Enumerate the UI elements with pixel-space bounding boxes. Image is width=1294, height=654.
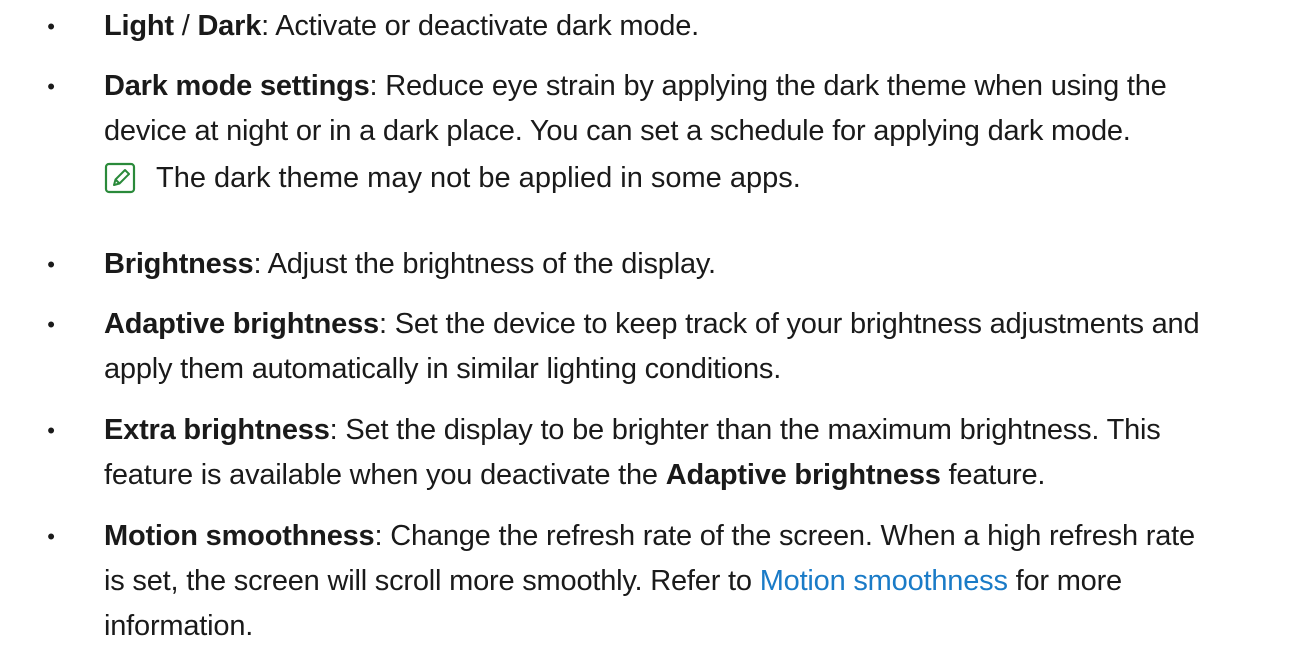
description: : Reduce eye strain by applying the dark… bbox=[369, 70, 1167, 102]
note-callout: The dark theme may not be applied in som… bbox=[104, 156, 1254, 201]
description-continued: is set, the screen will scroll more smoo… bbox=[104, 565, 760, 597]
item-text: Brightness: Adjust the brightness of the… bbox=[104, 242, 716, 287]
item-text: Dark mode settings: Reduce eye strain by… bbox=[104, 64, 1167, 154]
term: Extra brightness bbox=[104, 414, 330, 446]
term: Adaptive brightness bbox=[104, 308, 379, 340]
description-end: feature. bbox=[940, 459, 1046, 491]
bullet: • bbox=[47, 252, 55, 277]
description: : Set the device to keep track of your b… bbox=[378, 308, 1200, 340]
description: : Activate or deactivate dark mode. bbox=[261, 10, 700, 42]
term: Light bbox=[104, 10, 174, 42]
item-text: Adaptive brightness: Set the device to k… bbox=[104, 302, 1200, 392]
description: : Change the refresh rate of the screen.… bbox=[374, 520, 1196, 552]
note-pencil-icon bbox=[104, 162, 136, 194]
referenced-feature: Adaptive brightness bbox=[665, 459, 941, 491]
bullet: • bbox=[47, 312, 55, 337]
description-continued: device at night or in a dark place. You … bbox=[104, 115, 1131, 147]
term-2: Dark bbox=[197, 10, 262, 42]
bullet: • bbox=[47, 74, 55, 99]
description: : Set the display to be brighter than th… bbox=[329, 414, 1161, 446]
description: : Adjust the brightness of the display. bbox=[253, 248, 716, 280]
bullet: • bbox=[47, 14, 55, 39]
description-last-line: information. bbox=[104, 610, 254, 642]
motion-smoothness-link[interactable]: Motion smoothness bbox=[760, 565, 1008, 597]
item-text: Motion smoothness: Change the refresh ra… bbox=[104, 514, 1195, 649]
document-page: • Light / Dark: Activate or deactivate d… bbox=[0, 0, 1294, 654]
description-continued: feature is available when you deactivate… bbox=[104, 459, 666, 491]
separator: / bbox=[173, 10, 198, 42]
term: Motion smoothness bbox=[104, 520, 375, 552]
term: Brightness bbox=[104, 248, 254, 280]
description-end: for more bbox=[1007, 565, 1123, 597]
bullet: • bbox=[47, 418, 55, 443]
item-text: Extra brightness: Set the display to be … bbox=[104, 408, 1161, 498]
item-text: Light / Dark: Activate or deactivate dar… bbox=[104, 4, 699, 49]
term: Dark mode settings bbox=[104, 70, 370, 102]
bullet: • bbox=[47, 524, 55, 549]
description-continued: apply them automatically in similar ligh… bbox=[104, 353, 782, 385]
note-text: The dark theme may not be applied in som… bbox=[156, 162, 801, 194]
